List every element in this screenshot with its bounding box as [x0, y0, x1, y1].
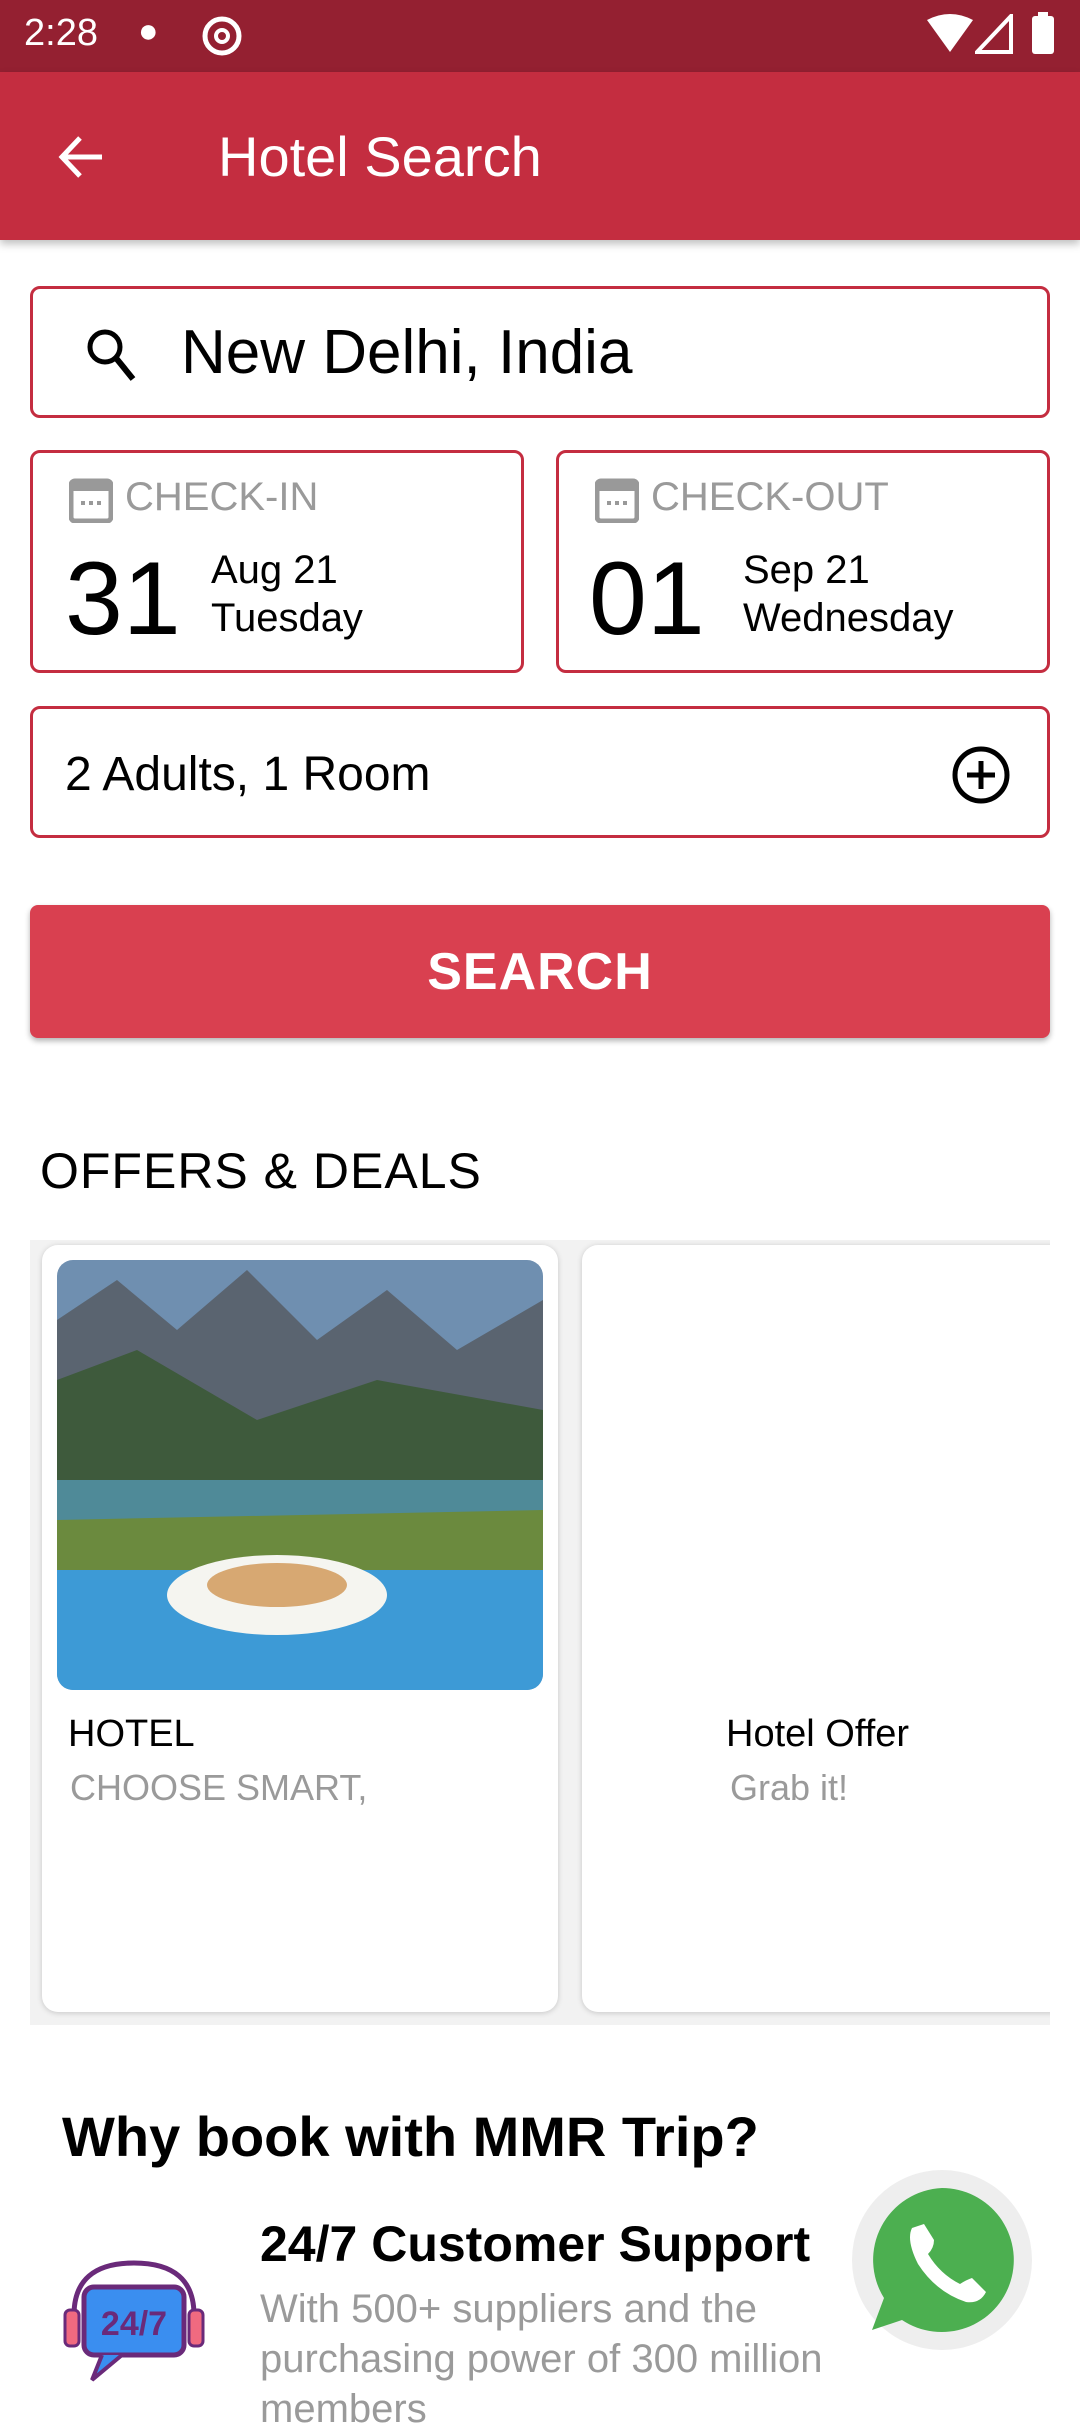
signal-icon — [975, 14, 1013, 54]
feature-description: With 500+ suppliers and the purchasing p… — [260, 2287, 823, 2431]
calendar-icon — [595, 478, 639, 523]
check-in-month: Aug 21 — [211, 548, 338, 592]
offer-title: Hotel Offer — [726, 1713, 910, 1755]
check-in-label: CHECK-IN — [125, 475, 319, 519]
calendar-icon — [69, 478, 113, 523]
status-bar: 2:28 ● — [0, 0, 1080, 72]
whatsapp-button[interactable] — [852, 2170, 1032, 2350]
check-out-day: 01 — [589, 541, 705, 657]
check-in-weekday: Tuesday — [211, 596, 363, 640]
guests-rooms-selector[interactable]: 2 Adults, 1 Room — [30, 706, 1050, 838]
arrow-left-icon[interactable] — [56, 132, 106, 182]
offer-card[interactable]: Hotel Offer Grab it! — [582, 1245, 1050, 2012]
offer-title: HOTEL — [68, 1713, 195, 1755]
offer-card[interactable]: HOTEL CHOOSE SMART, — [42, 1245, 558, 2012]
battery-icon — [1032, 12, 1054, 54]
at-sign-icon — [202, 16, 242, 56]
search-button[interactable]: SEARCH — [30, 905, 1050, 1038]
app-bar: Hotel Search — [0, 72, 1080, 240]
page-title: Hotel Search — [218, 125, 542, 188]
location-search-input[interactable]: New Delhi, India — [30, 286, 1050, 418]
check-in-picker[interactable]: CHECK-IN 31 Aug 21 Tuesday — [30, 450, 524, 673]
whatsapp-icon — [872, 2188, 1014, 2332]
notification-icon: ● — [138, 12, 159, 50]
svg-text:24/7: 24/7 — [101, 2305, 167, 2343]
offer-image — [57, 1260, 543, 1690]
offers-carousel[interactable]: HOTEL CHOOSE SMART, Hotel Offer Grab it! — [30, 1240, 1050, 2025]
add-circle-icon[interactable] — [951, 745, 1011, 805]
check-out-weekday: Wednesday — [743, 596, 954, 640]
feature-title: 24/7 Customer Support — [260, 2216, 811, 2272]
offers-heading: OFFERS & DEALS — [40, 1143, 482, 1199]
check-out-label: CHECK-OUT — [651, 475, 889, 519]
wifi-icon — [927, 14, 973, 52]
offer-subtitle: CHOOSE SMART, — [70, 1767, 368, 1808]
check-out-picker[interactable]: CHECK-OUT 01 Sep 21 Wednesday — [556, 450, 1050, 673]
guests-value: 2 Adults, 1 Room — [65, 748, 431, 801]
search-icon — [87, 329, 136, 381]
why-heading: Why book with MMR Trip? — [62, 2105, 759, 2168]
check-in-day: 31 — [65, 541, 181, 657]
status-time: 2:28 — [24, 12, 98, 54]
support-24-7-icon: 24/7 — [63, 2260, 205, 2382]
location-value: New Delhi, India — [181, 318, 633, 387]
offer-subtitle: Grab it! — [730, 1767, 849, 1808]
check-out-month: Sep 21 — [743, 548, 870, 592]
